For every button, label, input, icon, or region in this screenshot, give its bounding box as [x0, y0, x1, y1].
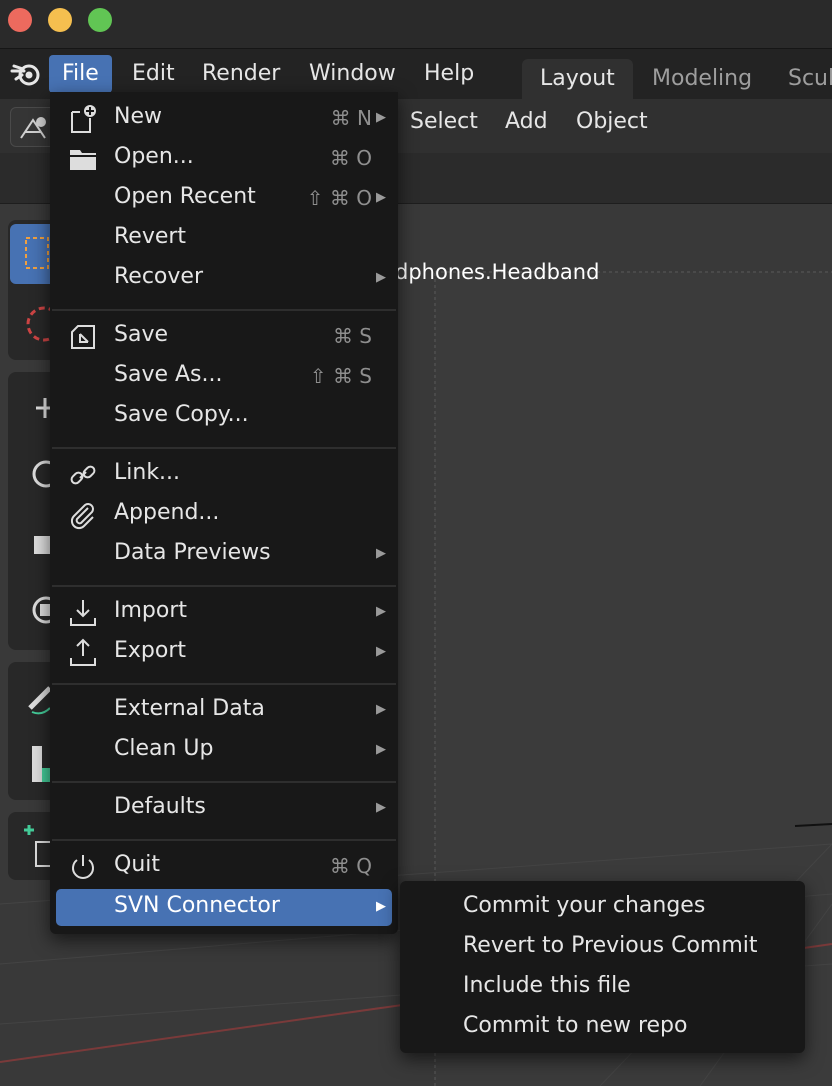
menu-separator [52, 781, 396, 783]
submenu-item-include-file[interactable]: Include this file [463, 973, 631, 998]
menu-item-label: Defaults [114, 794, 206, 819]
menu-separator [52, 585, 396, 587]
submenu-arrow-icon: ▶ [376, 644, 386, 659]
svn-connector-submenu: Commit your changes Revert to Previous C… [400, 881, 805, 1053]
menu-item-recover[interactable]: Recover ▶ [50, 258, 398, 298]
menu-item-label: Save As... [114, 362, 223, 387]
menu-item-label: Clean Up [114, 736, 214, 761]
shortcut-text: ⇧ ⌘ S [309, 364, 372, 388]
menu-item-label: Open Recent [114, 184, 256, 209]
menu-object[interactable]: Object [576, 109, 648, 134]
menu-item-new[interactable]: New ⌘ N ▶ [50, 98, 398, 138]
tab-sculpting[interactable]: Scul [770, 59, 832, 99]
maximize-window-button[interactable] [88, 8, 112, 32]
menu-separator [52, 839, 396, 841]
menu-select[interactable]: Select [410, 109, 478, 134]
menu-item-save-as[interactable]: Save As... ⇧ ⌘ S [50, 356, 398, 396]
menu-window[interactable]: Window [296, 55, 409, 93]
menu-item-revert[interactable]: Revert [50, 218, 398, 258]
object-name-label: dphones.Headband [395, 260, 600, 284]
menu-item-quit[interactable]: Quit ⌘ Q [50, 846, 398, 886]
menu-edit[interactable]: Edit [119, 55, 188, 93]
file-menu-dropdown: New ⌘ N ▶ Open... ⌘ O Open Recent ⇧ ⌘ O … [50, 92, 398, 934]
submenu-arrow-icon: ▶ [376, 800, 386, 815]
minimize-window-button[interactable] [48, 8, 72, 32]
submenu-item-commit-new-repo[interactable]: Commit to new repo [463, 1013, 687, 1038]
menu-item-label: Open... [114, 144, 194, 169]
submenu-arrow-icon: ▶ [376, 702, 386, 717]
menu-item-label: New [114, 104, 162, 129]
export-icon [70, 638, 96, 666]
menu-item-label: Quit [114, 852, 160, 877]
shortcut-text: ⌘ Q [329, 854, 372, 878]
menu-item-label: Append... [114, 500, 220, 525]
menu-add[interactable]: Add [505, 109, 548, 134]
menu-item-label: SVN Connector [114, 893, 280, 918]
tab-modeling[interactable]: Modeling [634, 59, 770, 99]
menu-file[interactable]: File [49, 55, 112, 93]
menu-item-defaults[interactable]: Defaults ▶ [50, 788, 398, 828]
menu-item-link[interactable]: Link... [50, 454, 398, 494]
import-icon [70, 600, 96, 626]
menu-item-open[interactable]: Open... ⌘ O [50, 138, 398, 178]
submenu-item-revert-commit[interactable]: Revert to Previous Commit [463, 933, 758, 958]
folder-icon [70, 150, 96, 170]
blender-logo-icon[interactable] [10, 59, 42, 89]
menu-item-label: Data Previews [114, 540, 271, 565]
close-window-button[interactable] [8, 8, 32, 32]
menu-item-label: Export [114, 638, 187, 663]
menu-render[interactable]: Render [189, 55, 293, 93]
menu-item-clean-up[interactable]: Clean Up ▶ [50, 730, 398, 770]
menu-separator [52, 309, 396, 311]
menu-item-export[interactable]: Export ▶ [50, 632, 398, 672]
menu-item-svn-connector[interactable]: SVN Connector ▶ [56, 889, 392, 926]
submenu-item-commit-changes[interactable]: Commit your changes [463, 893, 705, 918]
shortcut-text: ⌘ S [332, 324, 372, 348]
tab-layout[interactable]: Layout [522, 59, 633, 99]
new-file-icon [71, 105, 96, 133]
submenu-arrow-icon: ▶ [376, 604, 386, 619]
menu-item-label: Save Copy... [114, 402, 249, 427]
submenu-arrow-icon: ▶ [376, 190, 386, 205]
link-icon [70, 465, 96, 485]
menu-item-external-data[interactable]: External Data ▶ [50, 690, 398, 730]
submenu-arrow-icon: ▶ [376, 110, 386, 125]
submenu-arrow-icon: ▶ [376, 742, 386, 757]
viewport-icon [20, 117, 46, 139]
menu-item-label: Import [114, 598, 188, 623]
menu-item-label: External Data [114, 696, 265, 721]
menu-item-import[interactable]: Import ▶ [50, 592, 398, 632]
menu-separator [52, 683, 396, 685]
shortcut-text: ⇧ ⌘ O [306, 186, 372, 210]
menu-item-save-copy[interactable]: Save Copy... [50, 396, 398, 436]
power-icon [72, 855, 94, 879]
shortcut-text: ⌘ N [330, 106, 372, 130]
submenu-arrow-icon: ▶ [376, 899, 386, 914]
menu-item-label: Recover [114, 264, 203, 289]
menu-item-append[interactable]: Append... [50, 494, 398, 534]
shortcut-text: ⌘ O [329, 146, 372, 170]
window-titlebar [0, 0, 832, 49]
save-icon [71, 325, 95, 349]
paperclip-icon [70, 503, 94, 530]
menu-item-open-recent[interactable]: Open Recent ⇧ ⌘ O ▶ [50, 178, 398, 218]
submenu-arrow-icon: ▶ [376, 546, 386, 561]
menu-separator [52, 447, 396, 449]
submenu-arrow-icon: ▶ [376, 270, 386, 285]
menu-item-label: Revert [114, 224, 187, 249]
menu-item-data-previews[interactable]: Data Previews ▶ [50, 534, 398, 574]
menu-item-label: Save [114, 322, 169, 347]
menu-item-save[interactable]: Save ⌘ S [50, 316, 398, 356]
menu-item-label: Link... [114, 460, 181, 485]
menu-help[interactable]: Help [411, 55, 487, 93]
